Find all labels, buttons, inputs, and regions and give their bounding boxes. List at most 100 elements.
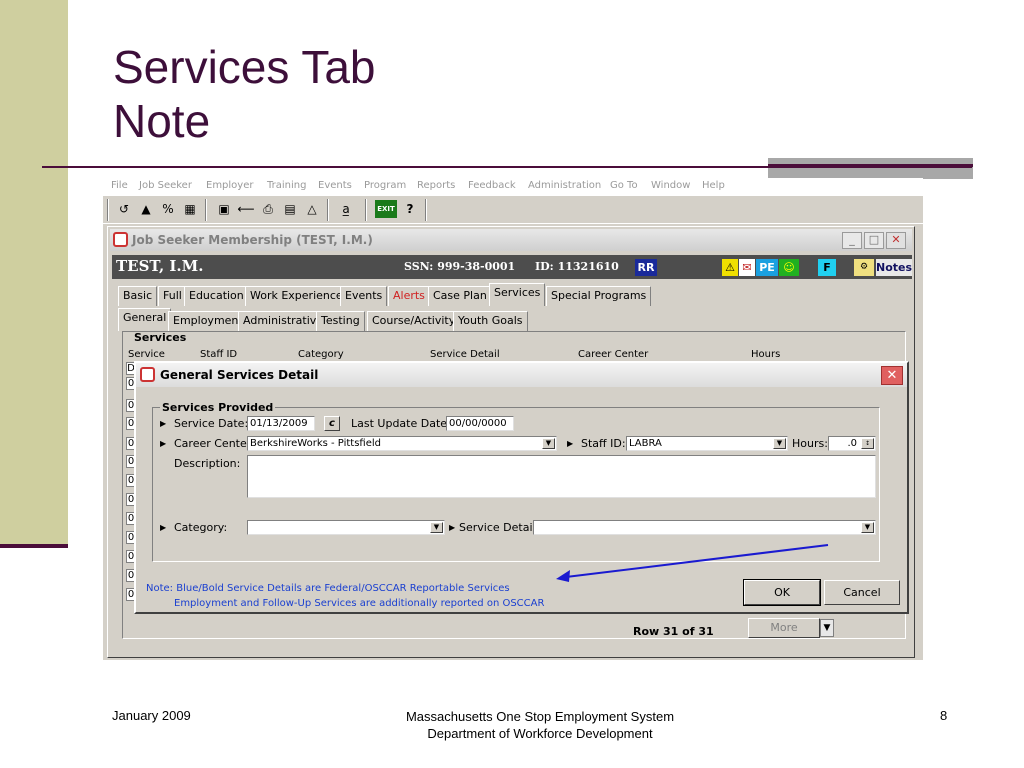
member-name: TEST, I.M.: [116, 257, 204, 275]
more-dropdown-arrow[interactable]: ▼: [820, 619, 834, 637]
menu-go-to[interactable]: Go To: [610, 180, 638, 191]
notes-button[interactable]: Notes: [876, 259, 912, 276]
menu-training[interactable]: Training: [267, 180, 306, 191]
save-icon[interactable]: ▣: [215, 200, 233, 218]
menu-help[interactable]: Help: [702, 180, 725, 191]
app-logo-icon: [113, 232, 128, 247]
help-icon[interactable]: ?: [401, 200, 419, 218]
ok-button[interactable]: OK: [743, 579, 821, 606]
rr-badge[interactable]: RR: [635, 259, 657, 276]
footer-org-line2: Department of Workforce Development: [427, 726, 653, 741]
briefcase-icon[interactable]: ▲: [137, 200, 155, 218]
f-badge[interactable]: F: [818, 259, 836, 276]
window-close-button[interactable]: ✕: [886, 232, 906, 249]
description-textarea[interactable]: [247, 455, 876, 498]
subtab-course-activity[interactable]: Course/Activity: [367, 311, 461, 331]
col-staff-id[interactable]: Staff ID: [200, 349, 237, 360]
menu-window[interactable]: Window: [651, 180, 690, 191]
member-id: ID: 11321610: [535, 260, 619, 273]
tab-special-programs[interactable]: Special Programs: [546, 286, 652, 306]
menu-file[interactable]: File: [111, 180, 128, 191]
menu-job-seeker[interactable]: Job Seeker: [139, 180, 192, 191]
minimize-button[interactable]: _: [842, 232, 862, 249]
col-service-detail[interactable]: Service Detail: [430, 349, 500, 360]
note-line-1: Note: Blue/Bold Service Details are Fede…: [146, 583, 510, 594]
menu-feedback[interactable]: Feedback: [468, 180, 516, 191]
pe-badge[interactable]: PE: [756, 259, 778, 276]
dialog-close-button[interactable]: ✕: [881, 366, 903, 385]
career-center-select[interactable]: BerkshireWorks - Pittsfield ▼: [247, 436, 557, 451]
tab-education[interactable]: Education: [184, 286, 249, 306]
percent-icon[interactable]: %: [159, 200, 177, 218]
smiley-icon[interactable]: ☺: [779, 259, 799, 276]
subtab-general[interactable]: General: [118, 308, 172, 331]
title-rule-overlay: [768, 164, 973, 167]
spinner-icon[interactable]: ↕: [861, 438, 874, 449]
expand-arrow-icon[interactable]: ▶: [160, 419, 170, 429]
chevron-down-icon[interactable]: ▼: [430, 522, 443, 533]
window-title: Job Seeker Membership (TEST, I.M.): [132, 233, 373, 247]
print-icon[interactable]: ⎙: [259, 200, 277, 218]
toolbar: ↺ ▲ % ▦ ▣ ⟵ ⎙ ▤ △ a̲ EXIT ?: [103, 196, 923, 224]
exit-icon[interactable]: EXIT: [375, 200, 397, 218]
tab-alerts[interactable]: Alerts: [388, 286, 430, 306]
menu-employer[interactable]: Employer: [206, 180, 254, 191]
spellcheck-icon[interactable]: a̲: [337, 200, 355, 218]
staff-id-value: LABRA: [629, 438, 662, 449]
footer-organization: Massachusetts One Stop Employment System…: [380, 708, 700, 742]
hours-value: .0: [847, 438, 857, 449]
menu-program[interactable]: Program: [364, 180, 406, 191]
expand-arrow-icon[interactable]: ▶: [567, 439, 577, 449]
maximize-button[interactable]: □: [864, 232, 884, 249]
toolbar-separator: [365, 199, 367, 221]
last-update-field: 00/00/0000: [446, 416, 514, 431]
expand-arrow-icon[interactable]: ▶: [449, 523, 459, 533]
service-detail-select[interactable]: ▼: [533, 520, 876, 535]
subtab-youth-goals[interactable]: Youth Goals: [453, 311, 528, 331]
menu-administration[interactable]: Administration: [528, 180, 601, 191]
col-career-center[interactable]: Career Center: [578, 349, 648, 360]
hours-stepper[interactable]: .0 ↕: [828, 436, 876, 451]
warning-icon[interactable]: ⚠: [722, 259, 738, 276]
subtab-employment[interactable]: Employment: [168, 311, 248, 331]
tab-basic[interactable]: Basic: [118, 286, 158, 306]
cancel-button[interactable]: Cancel: [824, 580, 900, 605]
window-titlebar: Job Seeker Membership (TEST, I.M.) _ □ ✕: [110, 229, 912, 251]
dialog-titlebar: General Services Detail ✕: [136, 363, 907, 387]
chevron-down-icon[interactable]: ▼: [542, 438, 555, 449]
tab-work-experience[interactable]: Work Experience: [245, 286, 348, 306]
slide-title: Services Tab Note: [113, 40, 376, 148]
col-category[interactable]: Category: [298, 349, 344, 360]
menu-events[interactable]: Events: [318, 180, 352, 191]
calculator-icon[interactable]: ▦: [181, 200, 199, 218]
tab-events[interactable]: Events: [340, 286, 388, 306]
slide: Services Tab Note File Job Seeker Employ…: [0, 0, 1024, 768]
staff-id-select[interactable]: LABRA ▼: [626, 436, 788, 451]
calendar-button[interactable]: c: [324, 416, 340, 431]
col-hours[interactable]: Hours: [751, 349, 780, 360]
category-select[interactable]: ▼: [247, 520, 445, 535]
refresh-icon[interactable]: ↺: [115, 200, 133, 218]
back-icon[interactable]: ⟵: [237, 200, 255, 218]
footer-org-line1: Massachusetts One Stop Employment System: [405, 709, 675, 724]
tab-full[interactable]: Full: [158, 286, 187, 306]
expand-arrow-icon[interactable]: ▶: [160, 523, 170, 533]
tab-services[interactable]: Services: [489, 283, 546, 306]
chevron-down-icon[interactable]: ▼: [861, 522, 874, 533]
key-icon[interactable]: ⚙: [854, 259, 874, 276]
document-icon[interactable]: ▤: [281, 200, 299, 218]
subtab-testing[interactable]: Testing: [316, 311, 365, 331]
chevron-down-icon[interactable]: ▼: [773, 438, 786, 449]
slide-title-line2: Note: [113, 95, 211, 147]
last-update-label: Last Update Date:: [351, 417, 451, 430]
expand-arrow-icon[interactable]: ▶: [160, 439, 170, 449]
more-button[interactable]: More: [748, 618, 820, 638]
page-number: 8: [940, 708, 948, 723]
service-date-field[interactable]: 01/13/2009: [247, 416, 315, 431]
mail-icon[interactable]: ✉: [739, 259, 755, 276]
menu-reports[interactable]: Reports: [417, 180, 455, 191]
eraser-icon[interactable]: △: [303, 200, 321, 218]
col-service[interactable]: Service: [128, 349, 165, 360]
tab-case-plan[interactable]: Case Plan: [428, 286, 492, 306]
subtab-administrative[interactable]: Administrative: [238, 311, 329, 331]
